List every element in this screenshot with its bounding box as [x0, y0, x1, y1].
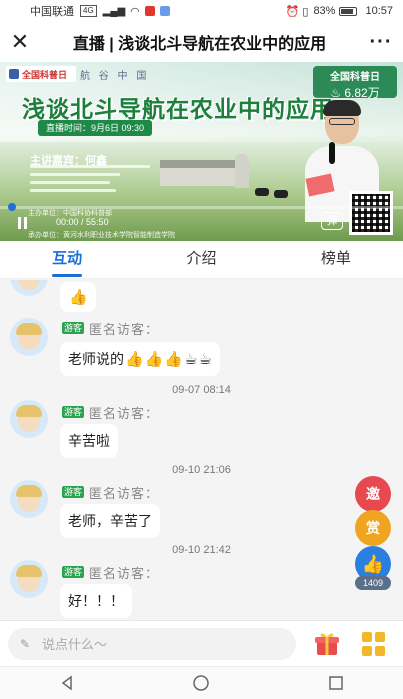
message-timestamp: 09-10 21:06 — [172, 464, 231, 476]
vibrate-icon: ▯ — [302, 5, 309, 18]
tab-bar: 互动 介绍 榜单 — [0, 241, 403, 279]
alarm-icon: ⏰ — [285, 5, 300, 18]
partner-logo: 航 谷 中 国 — [80, 70, 150, 82]
recent-apps-icon[interactable] — [316, 671, 356, 695]
guest-tag: 游客 — [62, 566, 85, 578]
time-readout: 00:00 / 55:50 — [56, 217, 109, 227]
thumbs-up-icon: 👍 — [361, 554, 385, 574]
message-text: 好！！！ — [68, 593, 124, 609]
message-timestamp: 09-10 21:42 — [172, 544, 231, 556]
avatar — [10, 318, 48, 356]
microphone — [329, 142, 335, 164]
comment-input-wrapper[interactable]: ✎ — [8, 628, 296, 660]
cow-graphic — [255, 188, 269, 196]
player-controls: 00:00 / 55:50 弹 — [0, 203, 403, 236]
current-time: 00:00 — [56, 217, 79, 227]
thumbs-up-icon: 👍 — [125, 351, 144, 368]
home-icon[interactable] — [181, 671, 221, 695]
guest-tag: 游客 — [62, 406, 85, 418]
farm-building — [160, 160, 240, 186]
app-screen: 中国联通 4G ▂▄▆ ◠ ⏰ ▯ 83% 10:57 ✕ 直播 | 浅谈北斗导… — [0, 0, 403, 699]
back-icon[interactable] — [47, 671, 87, 695]
chat-bubble: 👍 — [60, 282, 96, 312]
tab-ranking[interactable]: 榜单 — [269, 241, 403, 278]
clock: 10:57 — [365, 5, 393, 17]
sender-name: 匿名访客： — [89, 565, 160, 581]
invite-button[interactable]: 邀 — [355, 476, 391, 512]
battery-icon — [339, 6, 358, 16]
message-notification-icon — [159, 6, 170, 16]
wifi-icon: ◠ — [130, 5, 140, 18]
thumbs-up-icon: 👍 — [69, 289, 88, 306]
chat-message-header: 游客 匿名访客： — [62, 564, 160, 581]
comment-input[interactable] — [42, 636, 262, 652]
live-time-label: 直播时间：9月6日 09:30 — [38, 120, 153, 136]
farm-silo — [235, 154, 249, 188]
reward-button[interactable]: 赏 — [355, 510, 391, 546]
app-notification-icon — [144, 6, 155, 16]
speaker-details — [30, 165, 160, 197]
guest-tag: 游客 — [62, 486, 85, 498]
gift-icon[interactable] — [314, 631, 340, 657]
pause-icon[interactable] — [16, 216, 30, 230]
chat-bubble: 好！！！ — [60, 584, 132, 618]
view-count: 6.82万 — [344, 86, 380, 100]
message-timestamp: 09-07 08:14 — [172, 384, 231, 396]
tab-interaction[interactable]: 互动 — [0, 241, 134, 278]
avatar — [10, 480, 48, 518]
progress-knob[interactable] — [8, 203, 16, 211]
chat-message-header: 游客 匿名访客： — [62, 320, 160, 337]
battery-percent: 83% — [313, 5, 336, 17]
more-options-icon[interactable]: ··· — [359, 31, 403, 54]
duration: 55:50 — [86, 217, 109, 227]
message-text: 辛苦啦 — [68, 433, 110, 449]
comment-bar: ✎ — [0, 620, 403, 666]
view-badge-title: 全国科普日 — [330, 72, 380, 83]
science-day-logo-text: 全国科普日 — [22, 69, 68, 80]
speaker-glasses — [329, 118, 355, 125]
video-headline: 浅谈北斗导航在农业中的应用 — [22, 96, 334, 122]
sender-name: 匿名访客： — [89, 321, 160, 337]
chat-message-header: 游客 匿名访客： — [62, 484, 160, 501]
title-bar: ✕ 直播 | 浅谈北斗导航在农业中的应用 ··· — [0, 22, 403, 62]
thumbs-up-icon: 👍 — [144, 351, 164, 368]
chat-bubble: 老师说的 👍 👍 👍 ☕ ☕ — [60, 342, 220, 376]
close-icon[interactable]: ✕ — [0, 22, 40, 62]
coffee-icon: ☕ — [198, 351, 212, 368]
speaker-hair — [323, 100, 361, 116]
cow-graphic — [274, 190, 288, 198]
guest-tag: 游客 — [62, 322, 85, 334]
chat-message-header: 游客 匿名访客： — [62, 404, 160, 421]
sender-name: 匿名访客： — [89, 405, 160, 421]
danmu-toggle-button[interactable]: 弹 — [321, 212, 343, 230]
avatar — [10, 280, 48, 296]
pencil-icon: ✎ — [20, 637, 31, 651]
avatar — [10, 400, 48, 438]
message-text: 老师，辛苦了 — [68, 513, 152, 529]
chat-bubble: 辛苦啦 — [60, 424, 118, 458]
chat-list[interactable]: 👍 游客 匿名访客： 老师说的 👍 👍 👍 ☕ ☕ 09-07 08:14 游客… — [0, 280, 403, 620]
tab-introduction[interactable]: 介绍 — [134, 241, 268, 278]
science-day-logo: 全国科普日 — [6, 66, 76, 82]
system-nav-bar — [0, 666, 403, 699]
message-text: 老师说的 — [68, 351, 124, 367]
coffee-icon: ☕ — [184, 351, 198, 368]
avatar — [10, 560, 48, 598]
science-day-logo-mark — [9, 69, 19, 79]
page-title: 直播 | 浅谈北斗导航在农业中的应用 — [72, 36, 327, 53]
sender-name: 匿名访客： — [89, 485, 160, 501]
signal-icon: ▂▄▆ — [102, 5, 126, 17]
video-player[interactable]: 全国科普日 航 谷 中 国 全国科普日 ♨ 6.82万 浅谈北斗导航在农业中的应… — [0, 62, 403, 241]
more-menu-icon[interactable] — [362, 632, 386, 656]
status-bar: 中国联通 4G ▂▄▆ ◠ ⏰ ▯ 83% 10:57 — [0, 0, 403, 22]
thumbs-up-icon: 👍 — [164, 351, 184, 368]
carrier-label: 中国联通 — [30, 6, 74, 18]
chat-bubble: 老师，辛苦了 — [60, 504, 160, 538]
network-type: 4G — [80, 5, 97, 17]
like-count: 1409 — [355, 576, 391, 590]
progress-bar[interactable] — [0, 203, 403, 211]
